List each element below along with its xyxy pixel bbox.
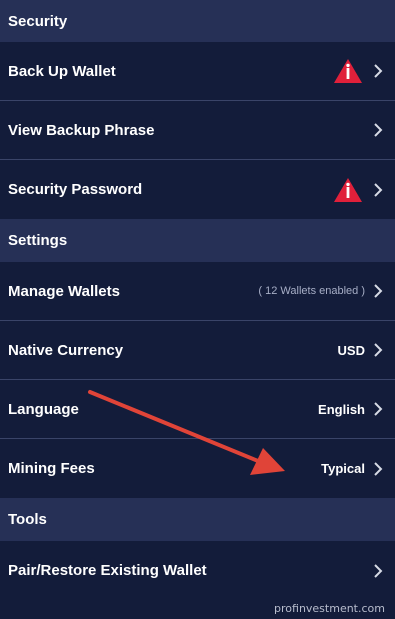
- manage-wallets-row[interactable]: Manage Wallets ( 12 Wallets enabled ): [0, 262, 395, 321]
- back-up-wallet-label: Back Up Wallet: [8, 62, 116, 80]
- back-up-wallet-row[interactable]: Back Up Wallet: [0, 42, 395, 101]
- view-backup-phrase-label: View Backup Phrase: [8, 121, 155, 139]
- settings-screen: Security Back Up Wallet View Backup Phra…: [0, 0, 395, 619]
- chevron-right-icon: [374, 284, 383, 298]
- language-row[interactable]: Language English: [0, 380, 395, 439]
- warning-icon: [334, 59, 362, 83]
- chevron-right-icon: [374, 123, 383, 137]
- native-currency-label: Native Currency: [8, 341, 124, 359]
- mining-fees-value: Typical: [321, 461, 365, 476]
- native-currency-row[interactable]: Native Currency USD: [0, 321, 395, 380]
- watermark-text: profinvestment.com: [274, 602, 385, 615]
- chevron-right-icon: [374, 182, 383, 197]
- security-password-row[interactable]: Security Password: [0, 160, 395, 219]
- manage-wallets-label: Manage Wallets: [8, 282, 120, 300]
- security-section-header: Security: [0, 0, 395, 42]
- tools-section-header: Tools: [0, 498, 395, 541]
- pair-restore-wallet-row[interactable]: Pair/Restore Existing Wallet: [0, 541, 395, 600]
- chevron-right-icon: [374, 461, 383, 476]
- chevron-right-icon: [374, 343, 383, 357]
- language-value: English: [318, 401, 365, 417]
- mining-fees-row[interactable]: Mining Fees Typical: [0, 439, 395, 498]
- manage-wallets-value: ( 12 Wallets enabled ): [258, 285, 365, 297]
- chevron-right-icon: [374, 402, 383, 416]
- language-label: Language: [8, 400, 79, 418]
- settings-section-header: Settings: [0, 219, 395, 262]
- native-currency-value: USD: [337, 342, 365, 358]
- security-section-title: Security: [8, 12, 68, 30]
- chevron-right-icon: [374, 64, 383, 78]
- settings-section-title: Settings: [8, 232, 68, 249]
- chevron-right-icon: [374, 563, 383, 578]
- mining-fees-label: Mining Fees: [8, 460, 95, 477]
- warning-icon: [334, 177, 362, 202]
- security-password-label: Security Password: [8, 181, 143, 198]
- view-backup-phrase-row[interactable]: View Backup Phrase: [0, 101, 395, 160]
- tools-section-title: Tools: [8, 511, 47, 528]
- pair-restore-wallet-label: Pair/Restore Existing Wallet: [8, 562, 207, 579]
